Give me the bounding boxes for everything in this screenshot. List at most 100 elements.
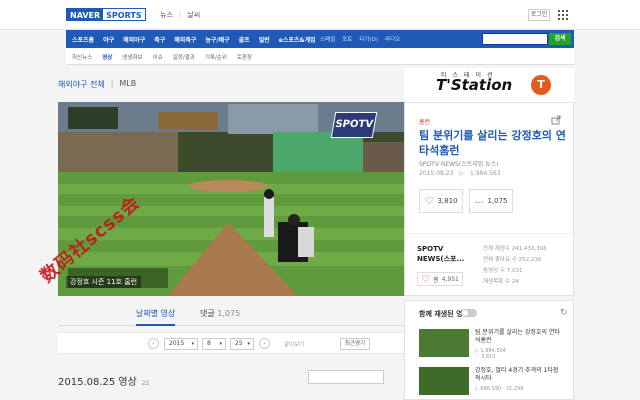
video-player[interactable]: SPOTV 강정호 시즌 11호 홈런 [58, 102, 404, 296]
top-bar: NAVER SPORTS 뉴스 | 날씨 로그인 [0, 0, 640, 30]
date-heading-count: 22 [141, 380, 150, 387]
search-button[interactable]: 검색 [549, 33, 571, 45]
breadcrumb-separator: | [110, 79, 114, 88]
nav-extra-items: 스페셜 포토 타기(D) 라디오 [320, 30, 400, 48]
next-date-button[interactable]: › [259, 338, 270, 349]
channel-like-label: 팬 [433, 276, 439, 284]
nav-item-general[interactable]: 일반 [259, 35, 270, 44]
chevron-down-icon: ▾ [247, 341, 250, 347]
list-item-title: 팀 분위기를 살리는 강정호의 연타석홈런 [475, 329, 560, 344]
list-item-views: ▷ 688,590 · 21,298 [475, 386, 524, 392]
video-category[interactable]: 홈런 [419, 117, 430, 126]
tab-date-videos[interactable]: 날짜별 영상 [136, 308, 176, 326]
subnav-issue[interactable]: 이슈 [153, 53, 163, 61]
nav-item-golf[interactable]: 골프 [239, 35, 250, 44]
channel-stat: 재생목록 수 24 [483, 279, 519, 285]
year-value: 2015 [169, 340, 185, 347]
list-item-meta: ▷ 1,984,504 ♡ 3,810 [475, 348, 506, 360]
nav-item-photo[interactable]: 포토 [342, 35, 352, 43]
subnav-photo[interactable]: 생생화보 [122, 53, 142, 61]
video-views: 1,984,563 [469, 170, 501, 177]
breadcrumb-section[interactable]: 해외야구 전체 [58, 79, 105, 90]
channel-stat: 동영상 수 7,031 [483, 268, 523, 274]
prev-date-button[interactable]: ‹ [148, 338, 159, 349]
weather-link[interactable]: 날씨 [187, 10, 200, 20]
list-item-meta: ▷ 688,590 · 21,298 [475, 386, 523, 392]
subnav-schedule[interactable]: 일정/결과 [173, 53, 195, 61]
sports-logo-text: SPORTS [103, 9, 145, 20]
date-search-input[interactable] [308, 370, 384, 384]
login-button[interactable]: 로그인 [528, 9, 550, 21]
like-button[interactable]: ♡ 3,810 [419, 189, 463, 213]
tstation-banner[interactable]: 티스테이션 T'Station T [404, 68, 574, 104]
date-heading: 2015.08.25 영상 22 [58, 373, 149, 388]
autoplay-toggle[interactable] [461, 309, 477, 317]
month-select[interactable]: 8 ▾ [202, 338, 226, 350]
video-date: 2015.08.23 [419, 170, 454, 177]
tab-comments[interactable]: 댓글 1,075 [200, 308, 240, 319]
go-label[interactable]: 같이보기 [284, 340, 304, 348]
day-select[interactable]: 25 ▾ [230, 338, 254, 350]
naver-sports-logo[interactable]: NAVER SPORTS [66, 8, 146, 21]
nav-item-soccer[interactable]: 축구 [154, 35, 165, 44]
chevron-down-icon: ▾ [219, 341, 222, 347]
comment-count: 1,075 [487, 197, 508, 205]
year-select[interactable]: 2015 ▾ [164, 338, 198, 350]
subnav-video[interactable]: 영상 [102, 53, 112, 61]
subnav-latest-news[interactable]: 최신뉴스 [72, 53, 92, 61]
nav-item-radio[interactable]: 라디오 [385, 35, 400, 43]
comment-bubble-icon: … [474, 196, 484, 206]
tab-comments-label: 댓글 [200, 309, 215, 318]
nav-item-esports[interactable]: e스포츠&게임 [279, 35, 316, 44]
list-item[interactable]: 팀 분위기를 살리는 강정호의 연타석홈런 ▷ 1,984,504 ♡ 3,81… [419, 329, 569, 360]
tab-comments-count: 1,075 [217, 309, 241, 318]
content-tabs: 날짜별 영상 댓글 1,075 [58, 306, 404, 326]
nav-item-sports-home[interactable]: 스포츠홈 [72, 35, 94, 44]
subnav-records[interactable]: 기록/순위 [205, 53, 227, 61]
day-value: 25 [235, 340, 243, 347]
news-link[interactable]: 뉴스 [160, 10, 173, 20]
video-caption: 강정호 시즌 11호 홈런 [66, 276, 142, 288]
heart-icon: ♡ [421, 273, 431, 285]
video-thumbnail[interactable] [419, 367, 469, 395]
nav-item-world-soccer[interactable]: 해외축구 [174, 35, 196, 44]
search-input[interactable] [482, 33, 548, 45]
nav-item-basketball-volleyball[interactable]: 농구/배구 [205, 35, 229, 44]
channel-like-count: 4,951 [441, 275, 459, 283]
tstation-logo-text: T'Station [436, 76, 513, 94]
main-nav: 스포츠홈 야구 해외야구 축구 해외축구 농구/배구 골프 일반 e스포츠&게임… [66, 30, 574, 48]
chevron-down-icon: ▾ [191, 341, 194, 347]
refresh-icon[interactable]: ↻ [560, 308, 568, 318]
recent-game-button[interactable]: 최근경기 [340, 338, 370, 350]
video-meta: 2015.08.23 ▷ 1,984,563 [419, 170, 501, 177]
channel-name[interactable]: SPOTV NEWS(스포... [417, 244, 477, 264]
date-heading-text: 2015.08.25 영상 [58, 377, 137, 388]
list-item[interactable]: 강정호, 멀티 4경기 추격의 1타점 적시타 ▷ 688,590 · 21,2… [419, 367, 569, 397]
autoplay-panel: 함께 재생된 영상 ↻ 팀 분위기를 살리는 강정호의 연타석홈런 ▷ 1,98… [404, 300, 574, 400]
date-selector: ‹ 2015 ▾ 8 ▾ 25 ▾ › 같이보기 최근경기 [58, 332, 404, 354]
naver-logo-text: NAVER [67, 9, 104, 20]
link-divider: | [178, 10, 182, 18]
list-item-likes: ♡ 3,810 [475, 354, 496, 360]
channel-stat: 전체 좋아요 수 252,236 [483, 257, 542, 263]
play-icon: ▷ [459, 170, 464, 177]
month-value: 8 [207, 340, 211, 347]
nav-item-tagi[interactable]: 타기(D) [359, 35, 378, 43]
share-icon[interactable] [551, 115, 561, 125]
list-item-title: 강정호, 멀티 4경기 추격의 1타점 적시타 [475, 367, 559, 382]
spotv-channel-logo: SPOTV [330, 112, 378, 138]
apps-grid-icon[interactable] [558, 10, 568, 20]
comment-button[interactable]: … 1,075 [469, 189, 513, 213]
top-links: 뉴스 | 날씨 [160, 10, 200, 20]
video-source[interactable]: SPOTV NEWS(스트리밍 뉴스) [419, 159, 499, 168]
video-thumbnail[interactable] [419, 329, 469, 357]
video-title: 팀 분위기를 살리는 강정호의 연타석홈런 [419, 129, 566, 157]
nav-item-world-baseball[interactable]: 해외야구 [123, 35, 145, 44]
nav-item-baseball[interactable]: 야구 [103, 35, 114, 44]
channel-stat: 전체 재생수 241,433,306 [483, 246, 547, 252]
channel-like-button[interactable]: ♡ 팬 4,951 [417, 272, 463, 286]
breadcrumb: 해외야구 전체 | MLB [58, 79, 136, 90]
breadcrumb-sub[interactable]: MLB [119, 79, 136, 90]
subnav-debate[interactable]: 토론장 [237, 53, 252, 61]
nav-item-special[interactable]: 스페셜 [320, 35, 335, 43]
